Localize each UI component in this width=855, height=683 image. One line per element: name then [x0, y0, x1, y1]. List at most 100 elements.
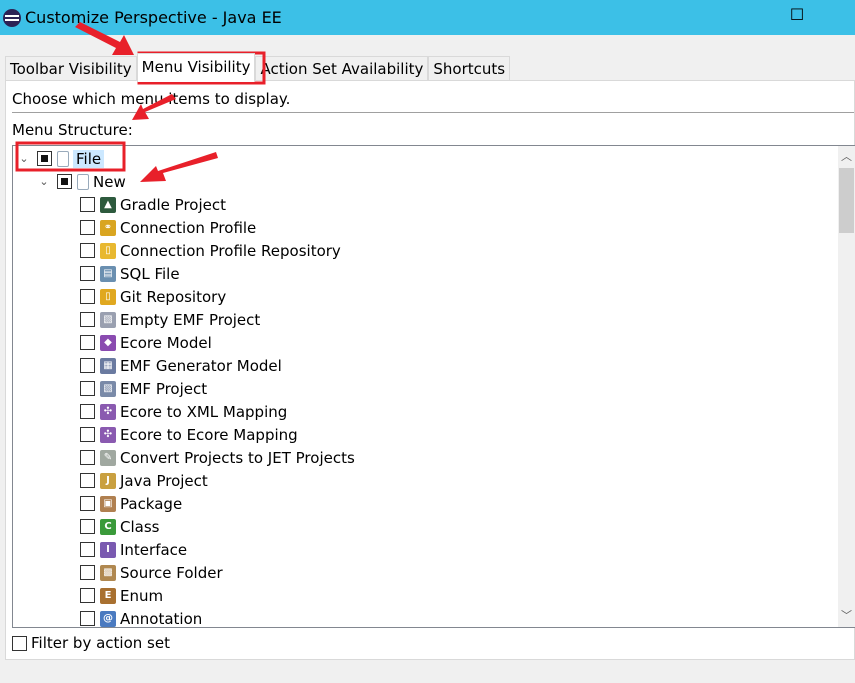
tree-item-label: Git Repository: [120, 287, 227, 306]
checkbox[interactable]: [80, 312, 95, 327]
filter-checkbox[interactable]: [12, 635, 27, 651]
tab-shortcuts[interactable]: Shortcuts: [428, 56, 511, 81]
package-icon: ▣: [100, 495, 116, 512]
tree-item[interactable]: ✎ Convert Projects to JET Projects: [80, 446, 355, 469]
checkbox[interactable]: [80, 565, 95, 580]
tree-item-label: File: [73, 149, 105, 168]
tree-item-label: Convert Projects to JET Projects: [120, 448, 355, 467]
checkbox[interactable]: [80, 243, 95, 258]
checkbox[interactable]: [80, 381, 95, 396]
tree-item-label: EMF Generator Model: [120, 356, 282, 375]
source-folder-icon: ▩: [100, 564, 116, 581]
tree-item[interactable]: @ Annotation: [80, 607, 203, 628]
checkbox[interactable]: [80, 427, 95, 442]
title-bar: Customize Perspective - Java EE ☐: [0, 0, 855, 35]
checkbox[interactable]: [80, 404, 95, 419]
scrollbar-thumb[interactable]: [839, 168, 854, 233]
tree-item-label: Gradle Project: [120, 195, 226, 214]
tree-item[interactable]: ▦ EMF Generator Model: [80, 354, 282, 377]
emf-generator-icon: ▦: [100, 357, 116, 374]
checkbox[interactable]: [80, 450, 95, 465]
eclipse-icon: [3, 8, 21, 27]
checkbox[interactable]: [80, 473, 95, 488]
checkbox[interactable]: [80, 335, 95, 350]
checkbox[interactable]: [80, 611, 95, 626]
checkbox[interactable]: [57, 174, 72, 189]
tree-item-label: Java Project: [120, 471, 208, 490]
tree-item[interactable]: ▤ SQL File: [80, 262, 180, 285]
checkbox[interactable]: [80, 542, 95, 557]
tree-item-label: New: [93, 172, 126, 191]
checkbox[interactable]: [80, 220, 95, 235]
ecore-model-icon: ◆: [100, 334, 116, 351]
tree-item-new[interactable]: ⌄ New: [37, 170, 126, 193]
connection-profile-icon: ⚭: [100, 219, 116, 236]
checkbox[interactable]: [80, 289, 95, 304]
tree-item[interactable]: ✣ Ecore to Ecore Mapping: [80, 423, 298, 446]
checkbox[interactable]: [80, 197, 95, 212]
chevron-down-icon[interactable]: ⌄: [17, 152, 31, 165]
tab-bar: Toolbar Visibility Menu Visibility Actio…: [5, 53, 511, 82]
menu-tree[interactable]: ⌄ File ⌄ New ▲ Gradle Project ⚭ Connection …: [12, 145, 855, 628]
tree-item[interactable]: ▣ Package: [80, 492, 182, 515]
checkbox[interactable]: [80, 588, 95, 603]
class-icon: C: [100, 518, 116, 535]
tree-item-label: Source Folder: [120, 563, 223, 582]
repository-icon: ▯: [100, 242, 116, 259]
tree-item[interactable]: ▯ Git Repository: [80, 285, 226, 308]
tree-item-label: Empty EMF Project: [120, 310, 261, 329]
menu-icon: [57, 150, 69, 167]
checkbox[interactable]: [80, 496, 95, 511]
window-title: Customize Perspective - Java EE: [25, 8, 282, 27]
mapping-icon: ✣: [100, 403, 116, 420]
mapping-icon: ✣: [100, 426, 116, 443]
tree-item[interactable]: ▲ Gradle Project: [80, 193, 226, 216]
tree-item-label: Ecore to Ecore Mapping: [120, 425, 298, 444]
menu-structure-label: Menu Structure:: [12, 121, 133, 139]
chevron-down-icon[interactable]: ⌄: [37, 175, 51, 188]
scroll-down-icon[interactable]: ﹀: [838, 607, 855, 623]
scroll-up-icon[interactable]: ︿: [838, 148, 855, 164]
checkbox[interactable]: [80, 358, 95, 373]
tree-item-label: SQL File: [120, 264, 180, 283]
tree-item-label: Class: [120, 517, 160, 536]
maximize-button[interactable]: ☐: [777, 5, 817, 27]
tree-item-label: Connection Profile Repository: [120, 241, 341, 260]
vertical-scrollbar[interactable]: ︿ ﹀: [838, 146, 855, 627]
tab-toolbar-visibility[interactable]: Toolbar Visibility: [5, 56, 137, 81]
emf-project-icon: ▧: [100, 311, 116, 328]
annotation-icon: @: [100, 610, 116, 627]
tree-item[interactable]: E Enum: [80, 584, 163, 607]
tab-menu-visibility[interactable]: Menu Visibility: [136, 53, 256, 82]
tree-item[interactable]: ✣ Ecore to XML Mapping: [80, 400, 287, 423]
tree-item-file[interactable]: ⌄ File: [17, 147, 105, 170]
checkbox[interactable]: [37, 151, 52, 166]
tree-item-label: Annotation: [120, 609, 203, 628]
maximize-icon: ☐: [789, 5, 805, 24]
menu-icon: [77, 173, 89, 190]
tree-item[interactable]: ▯ Connection Profile Repository: [80, 239, 341, 262]
tree-item[interactable]: ◆ Ecore Model: [80, 331, 212, 354]
tree-item-label: Connection Profile: [120, 218, 257, 237]
enum-icon: E: [100, 587, 116, 604]
divider: [12, 112, 854, 113]
tree-item[interactable]: ⚭ Connection Profile: [80, 216, 256, 239]
tree-item[interactable]: J Java Project: [80, 469, 208, 492]
tree-item[interactable]: ▧ EMF Project: [80, 377, 207, 400]
tree-item-label: EMF Project: [120, 379, 208, 398]
filter-label: Filter by action set: [31, 634, 170, 652]
checkbox[interactable]: [80, 266, 95, 281]
gradle-icon: ▲: [100, 196, 116, 213]
emf-project-icon: ▧: [100, 380, 116, 397]
tree-item-label: Enum: [120, 586, 164, 605]
tree-item-label: Ecore Model: [120, 333, 212, 352]
tree-item-label: Ecore to XML Mapping: [120, 402, 288, 421]
tree-item[interactable]: ▧ Empty EMF Project: [80, 308, 260, 331]
tree-item[interactable]: ▩ Source Folder: [80, 561, 223, 584]
tree-item-label: Interface: [120, 540, 188, 559]
tree-item[interactable]: I Interface: [80, 538, 187, 561]
tree-item[interactable]: C Class: [80, 515, 159, 538]
filter-by-action-set[interactable]: Filter by action set: [12, 634, 170, 652]
checkbox[interactable]: [80, 519, 95, 534]
tab-action-set-availability[interactable]: Action Set Availability: [255, 56, 429, 81]
